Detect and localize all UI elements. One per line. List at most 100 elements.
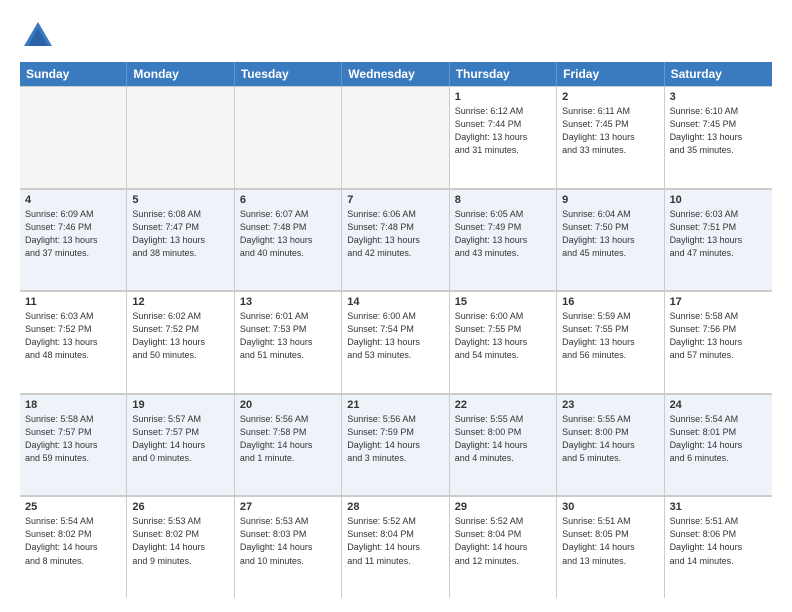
calendar-cell: 14 Sunrise: 6:00 AMSunset: 7:54 PMDayligh… [342,291,449,393]
calendar-body: 1 Sunrise: 6:12 AMSunset: 7:44 PMDaylight… [20,86,772,598]
day-info: Sunrise: 5:53 AMSunset: 8:03 PMDaylight:… [240,515,336,567]
day-info: Sunrise: 6:07 AMSunset: 7:48 PMDaylight:… [240,208,336,260]
day-number: 1 [455,91,551,103]
calendar-cell: 5 Sunrise: 6:08 AMSunset: 7:47 PMDaylight… [127,189,234,291]
day-info: Sunrise: 5:59 AMSunset: 7:55 PMDaylight:… [562,310,658,362]
header-day-saturday: Saturday [665,62,772,86]
calendar-cell: 20Sunrise: 5:56 AMSunset: 7:58 PMDayligh… [235,394,342,496]
calendar-cell: 22 Sunrise: 5:55 AMSunset: 8:00 PMDayligh… [450,394,557,496]
calendar-cell: 10Sunrise: 6:03 AMSunset: 7:51 PMDayligh… [665,189,772,291]
calendar-cell: 3Sunrise: 6:10 AMSunset: 7:45 PMDaylight… [665,86,772,188]
calendar-header-row: SundayMondayTuesdayWednesdayThursdayFrid… [20,62,772,86]
calendar-cell: 27 Sunrise: 5:53 AMSunset: 8:03 PMDayligh… [235,496,342,598]
day-info: Sunrise: 6:09 AMSunset: 7:46 PMDaylight:… [25,208,121,260]
day-number: 8 [455,194,551,206]
calendar-row-2: 11Sunrise: 6:03 AMSunset: 7:52 PMDayligh… [20,291,772,394]
day-info: Sunrise: 5:53 AMSunset: 8:02 PMDaylight:… [132,515,228,567]
calendar-row-4: 25 Sunrise: 5:54 AMSunset: 8:02 PMDayligh… [20,496,772,598]
calendar-cell: 21 Sunrise: 5:56 AMSunset: 7:59 PMDayligh… [342,394,449,496]
day-info: Sunrise: 5:58 AMSunset: 7:56 PMDaylight:… [670,310,767,362]
calendar-cell: 31Sunrise: 5:51 AMSunset: 8:06 PMDayligh… [665,496,772,598]
day-info: Sunrise: 5:55 AMSunset: 8:00 PMDaylight:… [455,413,551,465]
calendar-cell: 16 Sunrise: 5:59 AMSunset: 7:55 PMDayligh… [557,291,664,393]
day-number: 13 [240,296,336,308]
calendar-row-3: 18 Sunrise: 5:58 AMSunset: 7:57 PMDayligh… [20,394,772,497]
day-number: 12 [132,296,228,308]
calendar-cell: 29 Sunrise: 5:52 AMSunset: 8:04 PMDayligh… [450,496,557,598]
calendar-cell: 18 Sunrise: 5:58 AMSunset: 7:57 PMDayligh… [20,394,127,496]
day-info: Sunrise: 6:10 AMSunset: 7:45 PMDaylight:… [670,105,767,157]
day-info: Sunrise: 6:08 AMSunset: 7:47 PMDaylight:… [132,208,228,260]
calendar-row-0: 1 Sunrise: 6:12 AMSunset: 7:44 PMDaylight… [20,86,772,189]
calendar-cell: 6 Sunrise: 6:07 AMSunset: 7:48 PMDaylight… [235,189,342,291]
calendar-cell: 24 Sunrise: 5:54 AMSunset: 8:01 PMDayligh… [665,394,772,496]
day-number: 29 [455,501,551,513]
calendar-cell: 7Sunrise: 6:06 AMSunset: 7:48 PMDaylight… [342,189,449,291]
calendar-cell: 30 Sunrise: 5:51 AMSunset: 8:05 PMDayligh… [557,496,664,598]
calendar-cell: 2Sunrise: 6:11 AMSunset: 7:45 PMDaylight… [557,86,664,188]
calendar-cell [20,86,127,188]
calendar-cell: 17 Sunrise: 5:58 AMSunset: 7:56 PMDayligh… [665,291,772,393]
header [20,18,772,54]
header-day-thursday: Thursday [450,62,557,86]
day-info: Sunrise: 6:12 AMSunset: 7:44 PMDaylight:… [455,105,551,157]
day-info: Sunrise: 5:57 AMSunset: 7:57 PMDaylight:… [132,413,228,465]
calendar-cell: 9 Sunrise: 6:04 AMSunset: 7:50 PMDaylight… [557,189,664,291]
day-info: Sunrise: 5:56 AMSunset: 7:58 PMDaylight:… [240,413,336,465]
day-info: Sunrise: 6:11 AMSunset: 7:45 PMDaylight:… [562,105,658,157]
day-info: Sunrise: 6:00 AMSunset: 7:55 PMDaylight:… [455,310,551,362]
day-number: 22 [455,399,551,411]
day-number: 31 [670,501,767,513]
logo [20,18,62,54]
calendar-cell: 15 Sunrise: 6:00 AMSunset: 7:55 PMDayligh… [450,291,557,393]
calendar-cell: 13 Sunrise: 6:01 AMSunset: 7:53 PMDayligh… [235,291,342,393]
day-info: Sunrise: 6:02 AMSunset: 7:52 PMDaylight:… [132,310,228,362]
header-day-sunday: Sunday [20,62,127,86]
day-number: 11 [25,296,121,308]
calendar-cell: 4 Sunrise: 6:09 AMSunset: 7:46 PMDaylight… [20,189,127,291]
day-number: 17 [670,296,767,308]
day-number: 26 [132,501,228,513]
day-number: 27 [240,501,336,513]
day-info: Sunrise: 5:58 AMSunset: 7:57 PMDaylight:… [25,413,121,465]
day-info: Sunrise: 5:52 AMSunset: 8:04 PMDaylight:… [455,515,551,567]
calendar-cell: 26 Sunrise: 5:53 AMSunset: 8:02 PMDayligh… [127,496,234,598]
day-number: 14 [347,296,443,308]
day-number: 6 [240,194,336,206]
header-day-monday: Monday [127,62,234,86]
day-info: Sunrise: 5:54 AMSunset: 8:02 PMDaylight:… [25,515,121,567]
day-info: Sunrise: 6:05 AMSunset: 7:49 PMDaylight:… [455,208,551,260]
day-info: Sunrise: 6:01 AMSunset: 7:53 PMDaylight:… [240,310,336,362]
header-day-wednesday: Wednesday [342,62,449,86]
day-number: 18 [25,399,121,411]
day-info: Sunrise: 5:55 AMSunset: 8:00 PMDaylight:… [562,413,658,465]
day-info: Sunrise: 5:51 AMSunset: 8:05 PMDaylight:… [562,515,658,567]
day-number: 4 [25,194,121,206]
day-info: Sunrise: 5:52 AMSunset: 8:04 PMDaylight:… [347,515,443,567]
day-number: 16 [562,296,658,308]
calendar-cell: 8 Sunrise: 6:05 AMSunset: 7:49 PMDaylight… [450,189,557,291]
day-number: 15 [455,296,551,308]
day-number: 23 [562,399,658,411]
day-info: Sunrise: 5:54 AMSunset: 8:01 PMDaylight:… [670,413,767,465]
day-number: 24 [670,399,767,411]
day-number: 5 [132,194,228,206]
day-info: Sunrise: 6:00 AMSunset: 7:54 PMDaylight:… [347,310,443,362]
day-number: 19 [132,399,228,411]
calendar-page: SundayMondayTuesdayWednesdayThursdayFrid… [0,0,792,612]
calendar-cell [127,86,234,188]
day-info: Sunrise: 6:03 AMSunset: 7:51 PMDaylight:… [670,208,767,260]
calendar-row-1: 4 Sunrise: 6:09 AMSunset: 7:46 PMDaylight… [20,189,772,292]
day-info: Sunrise: 6:04 AMSunset: 7:50 PMDaylight:… [562,208,658,260]
day-number: 25 [25,501,121,513]
logo-icon [20,18,56,54]
header-day-friday: Friday [557,62,664,86]
calendar-cell: 19 Sunrise: 5:57 AMSunset: 7:57 PMDayligh… [127,394,234,496]
day-info: Sunrise: 5:56 AMSunset: 7:59 PMDaylight:… [347,413,443,465]
day-number: 21 [347,399,443,411]
calendar-cell: 1 Sunrise: 6:12 AMSunset: 7:44 PMDaylight… [450,86,557,188]
day-number: 9 [562,194,658,206]
calendar-cell: 25 Sunrise: 5:54 AMSunset: 8:02 PMDayligh… [20,496,127,598]
day-number: 30 [562,501,658,513]
calendar-cell: 12 Sunrise: 6:02 AMSunset: 7:52 PMDayligh… [127,291,234,393]
